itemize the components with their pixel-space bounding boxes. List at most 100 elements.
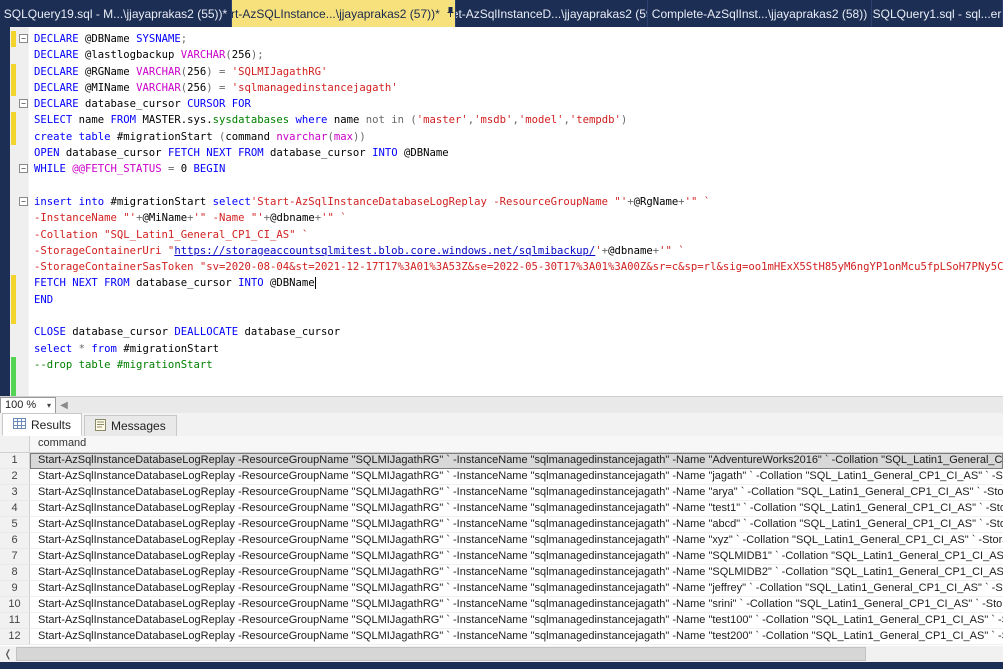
code-line-10[interactable] (0, 178, 1003, 194)
row-number-cell[interactable]: 11 (0, 613, 30, 629)
code-token: 'msdb' (474, 114, 512, 126)
tab-messages[interactable]: Messages (84, 415, 177, 436)
command-cell[interactable]: Start-AzSqlInstanceDatabaseLogReplay -Re… (30, 517, 1003, 533)
table-row-3[interactable]: 3Start-AzSqlInstanceDatabaseLogReplay -R… (0, 485, 1003, 501)
code-line-5[interactable]: −DECLARE database_cursor CURSOR FOR (0, 96, 1003, 112)
code-line-18[interactable] (0, 308, 1003, 324)
code-line-12[interactable]: -InstanceName "'+@MiName+'" -Name "'+@db… (0, 210, 1003, 226)
code-line-4[interactable]: DECLARE @MIName VARCHAR(256) = 'sqlmanag… (0, 80, 1003, 96)
command-cell[interactable]: Start-AzSqlInstanceDatabaseLogReplay -Re… (30, 629, 1003, 645)
code-line-16[interactable]: FETCH NEXT FROM database_cursor INTO @DB… (0, 275, 1003, 291)
table-row-9[interactable]: 9Start-AzSqlInstanceDatabaseLogReplay -R… (0, 581, 1003, 597)
table-row-11[interactable]: 11Start-AzSqlInstanceDatabaseLogReplay -… (0, 613, 1003, 629)
code-token: @RGName (85, 66, 136, 78)
command-cell[interactable]: Start-AzSqlInstanceDatabaseLogReplay -Re… (30, 581, 1003, 597)
command-cell[interactable]: Start-AzSqlInstanceDatabaseLogReplay -Re… (30, 597, 1003, 613)
code-token: max (334, 131, 353, 143)
collapse-region-icon[interactable]: − (19, 34, 28, 43)
row-number-cell[interactable]: 4 (0, 501, 30, 517)
collapse-region-icon[interactable]: − (19, 164, 28, 173)
code-token: MASTER.sys. (142, 114, 212, 126)
command-cell[interactable]: Start-AzSqlInstanceDatabaseLogReplay -Re… (30, 613, 1003, 629)
code-line-11[interactable]: −insert into #migrationStart select'Star… (0, 194, 1003, 210)
row-number-cell[interactable]: 9 (0, 581, 30, 597)
row-number-cell[interactable]: 2 (0, 469, 30, 485)
code-line-15[interactable]: -StorageContainerSasToken "sv=2020-08-04… (0, 259, 1003, 275)
table-row-10[interactable]: 10Start-AzSqlInstanceDatabaseLogReplay -… (0, 597, 1003, 613)
code-token: ) = (206, 66, 232, 78)
zoom-dropdown[interactable]: 100 % ▾ (0, 397, 56, 414)
code-line-3[interactable]: DECLARE @RGName VARCHAR(256) = 'SQLMIJag… (0, 64, 1003, 80)
document-tab-label: SQLQuery1.sql - sql...er (873, 7, 1002, 21)
command-cell[interactable]: Start-AzSqlInstanceDatabaseLogReplay -Re… (30, 485, 1003, 501)
code-line-8[interactable]: OPEN database_cursor FETCH NEXT FROM dat… (0, 145, 1003, 161)
tab-results[interactable]: Results (2, 413, 82, 436)
row-number-cell[interactable]: 10 (0, 597, 30, 613)
grid-corner-cell[interactable] (0, 436, 30, 453)
table-row-1[interactable]: 1Start-AzSqlInstanceDatabaseLogReplay -R… (0, 453, 1003, 469)
grid-h-scrollbar[interactable]: ❬ (0, 646, 1003, 662)
table-row-6[interactable]: 6Start-AzSqlInstanceDatabaseLogReplay -R… (0, 533, 1003, 549)
code-token: 'sqlmanagedinstancejagath' (232, 82, 398, 94)
code-line-13[interactable]: -Collation "SQL_Latin1_General_CP1_CI_AS… (0, 227, 1003, 243)
code-token: -StorageContainerSasToken "sv=2020-08-04… (34, 261, 1003, 273)
document-tab-5[interactable]: SQLQuery1.sql - sql...er (872, 0, 1003, 27)
code-token: INTO (372, 147, 404, 159)
command-cell[interactable]: Start-AzSqlInstanceDatabaseLogReplay -Re… (30, 533, 1003, 549)
code-line-20[interactable]: select * from #migrationStart (0, 341, 1003, 357)
document-tab-1[interactable]: SQLQuery19.sql - M...\jjayaprakas2 (55))… (0, 0, 232, 27)
scroll-left-icon[interactable]: ◀ (56, 400, 72, 411)
code-line-19[interactable]: CLOSE database_cursor DEALLOCATE databas… (0, 324, 1003, 340)
sql-editor[interactable]: −DECLARE @DBName SYSNAME;DECLARE @lastlo… (0, 27, 1003, 396)
table-row-12[interactable]: 12Start-AzSqlInstanceDatabaseLogReplay -… (0, 629, 1003, 645)
table-row-5[interactable]: 5Start-AzSqlInstanceDatabaseLogReplay -R… (0, 517, 1003, 533)
row-number-cell[interactable]: 12 (0, 629, 30, 645)
document-tab-2[interactable]: Start-AzSQLInstance...\jjayaprakas2 (57)… (232, 0, 456, 27)
row-number-cell[interactable]: 6 (0, 533, 30, 549)
row-number-cell[interactable]: 8 (0, 565, 30, 581)
pin-icon[interactable] (446, 6, 455, 21)
command-cell[interactable]: Start-AzSqlInstanceDatabaseLogReplay -Re… (30, 549, 1003, 565)
code-line-9[interactable]: −WHILE @@FETCH_STATUS = 0 BEGIN (0, 161, 1003, 177)
scrollbar-thumb[interactable] (16, 647, 866, 661)
change-tracking-mark (11, 275, 16, 291)
code-token: BEGIN (193, 163, 225, 175)
code-line-1[interactable]: −DECLARE @DBName SYSNAME; (0, 31, 1003, 47)
grid-column-header-command[interactable]: command (30, 436, 1003, 453)
document-tab-3[interactable]: Get-AzSqlInstanceD...\jjayaprakas2 (59)) (456, 0, 648, 27)
command-cell[interactable]: Start-AzSqlInstanceDatabaseLogReplay -Re… (30, 453, 1003, 469)
command-cell[interactable]: Start-AzSqlInstanceDatabaseLogReplay -Re… (30, 501, 1003, 517)
row-number-cell[interactable]: 7 (0, 549, 30, 565)
row-number-cell[interactable]: 3 (0, 485, 30, 501)
table-row-4[interactable]: 4Start-AzSqlInstanceDatabaseLogReplay -R… (0, 501, 1003, 517)
code-line-17[interactable]: END (0, 292, 1003, 308)
code-token: 'model' (519, 114, 564, 126)
table-row-7[interactable]: 7Start-AzSqlInstanceDatabaseLogReplay -R… (0, 549, 1003, 565)
table-row-2[interactable]: 2Start-AzSqlInstanceDatabaseLogReplay -R… (0, 469, 1003, 485)
code-line-2[interactable]: DECLARE @lastlogbackup VARCHAR(256); (0, 47, 1003, 63)
code-line-6[interactable]: SELECT name FROM MASTER.sys.sysdatabases… (0, 112, 1003, 128)
code-token: DEALLOCATE (174, 326, 244, 338)
code-token: command (225, 131, 276, 143)
code-line-22[interactable] (0, 373, 1003, 389)
code-line-7[interactable]: create table #migrationStart (command nv… (0, 129, 1003, 145)
code-token: FETCH NEXT FROM (168, 147, 270, 159)
grid-header-row: command (0, 436, 1003, 453)
collapse-region-icon[interactable]: − (19, 197, 28, 206)
editor-h-scrollbar[interactable]: ◀ (56, 397, 1003, 414)
document-tab-label: Complete-AzSqlInst...\jjayaprakas2 (58)) (652, 7, 867, 21)
row-number-cell[interactable]: 1 (0, 453, 30, 469)
document-tab-label: SQLQuery19.sql - M...\jjayaprakas2 (55))… (4, 7, 227, 21)
code-area[interactable]: −DECLARE @DBName SYSNAME;DECLARE @lastlo… (0, 31, 1003, 396)
scroll-left-icon[interactable]: ❬ (0, 649, 16, 660)
code-token: ); (251, 49, 264, 61)
command-cell[interactable]: Start-AzSqlInstanceDatabaseLogReplay -Re… (30, 565, 1003, 581)
table-row-8[interactable]: 8Start-AzSqlInstanceDatabaseLogReplay -R… (0, 565, 1003, 581)
code-line-21[interactable]: --drop table #migrationStart (0, 357, 1003, 373)
code-line-14[interactable]: -StorageContainerUri "https://storageacc… (0, 243, 1003, 259)
command-cell[interactable]: Start-AzSqlInstanceDatabaseLogReplay -Re… (30, 469, 1003, 485)
row-number-cell[interactable]: 5 (0, 517, 30, 533)
collapse-region-icon[interactable]: − (19, 99, 28, 108)
code-token: database_cursor (136, 277, 238, 289)
document-tab-4[interactable]: Complete-AzSqlInst...\jjayaprakas2 (58)) (648, 0, 872, 27)
